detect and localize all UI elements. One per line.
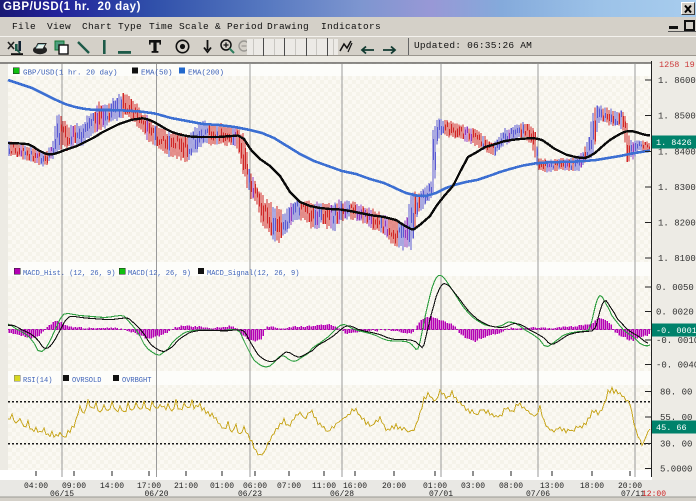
svg-text:12:00: 12:00 [642, 490, 666, 499]
svg-text:0. 0050: 0. 0050 [656, 283, 694, 293]
svg-text:5.0000: 5.0000 [660, 465, 692, 475]
svg-text:MACD(12, 26, 9): MACD(12, 26, 9) [128, 270, 191, 278]
svg-text:MACD_Signal(12, 26, 9): MACD_Signal(12, 26, 9) [207, 270, 299, 278]
svg-text:01:00: 01:00 [210, 482, 234, 491]
svg-text:-0. 0010: -0. 0010 [656, 336, 696, 346]
svg-text:1. 8300: 1. 8300 [658, 183, 696, 193]
svg-text:03:00: 03:00 [461, 482, 485, 491]
svg-text:18:00: 18:00 [580, 482, 604, 491]
svg-text:MACD_Hist. (12, 26, 9): MACD_Hist. (12, 26, 9) [23, 270, 115, 278]
svg-text:14:00: 14:00 [100, 482, 124, 491]
svg-text:06/20: 06/20 [144, 490, 168, 499]
svg-text:1. 8100: 1. 8100 [658, 254, 696, 264]
svg-text:1. 8600: 1. 8600 [658, 76, 696, 86]
svg-text:RSI(14): RSI(14) [23, 377, 52, 385]
svg-text:06/23: 06/23 [238, 490, 262, 499]
svg-text:OVRBGHT: OVRBGHT [122, 377, 151, 385]
svg-text:06/15: 06/15 [50, 490, 74, 499]
svg-text:07/06: 07/06 [526, 490, 550, 499]
svg-text:-0. 0001: -0. 0001 [656, 326, 696, 336]
svg-text:1258 19: 1258 19 [659, 60, 695, 70]
svg-text:1. 8400: 1. 8400 [658, 147, 696, 157]
svg-text:OVRSOLD: OVRSOLD [72, 377, 101, 385]
svg-text:GBP/USD(1 hr. 20 day): GBP/USD(1 hr. 20 day) [23, 70, 118, 78]
svg-text:EMA(200): EMA(200) [188, 70, 224, 78]
svg-text:20:00: 20:00 [382, 482, 406, 491]
svg-text:1. 8200: 1. 8200 [658, 219, 696, 229]
svg-text:04:00: 04:00 [24, 482, 48, 491]
svg-text:30. 00: 30. 00 [660, 439, 692, 449]
svg-text:07/01: 07/01 [429, 490, 453, 499]
svg-text:1. 8500: 1. 8500 [658, 112, 696, 122]
svg-text:1. 8426: 1. 8426 [656, 138, 692, 148]
svg-text:21:00: 21:00 [174, 482, 198, 491]
svg-text:EMA(50): EMA(50) [141, 70, 173, 78]
svg-text:-0. 0040: -0. 0040 [656, 361, 696, 371]
svg-text:0. 0020: 0. 0020 [656, 308, 694, 318]
svg-text:45. 66: 45. 66 [656, 423, 687, 433]
svg-text:08:00: 08:00 [499, 482, 523, 491]
svg-text:80. 00: 80. 00 [660, 388, 692, 398]
svg-text:06/28: 06/28 [330, 490, 354, 499]
svg-text:07:00: 07:00 [277, 482, 301, 491]
